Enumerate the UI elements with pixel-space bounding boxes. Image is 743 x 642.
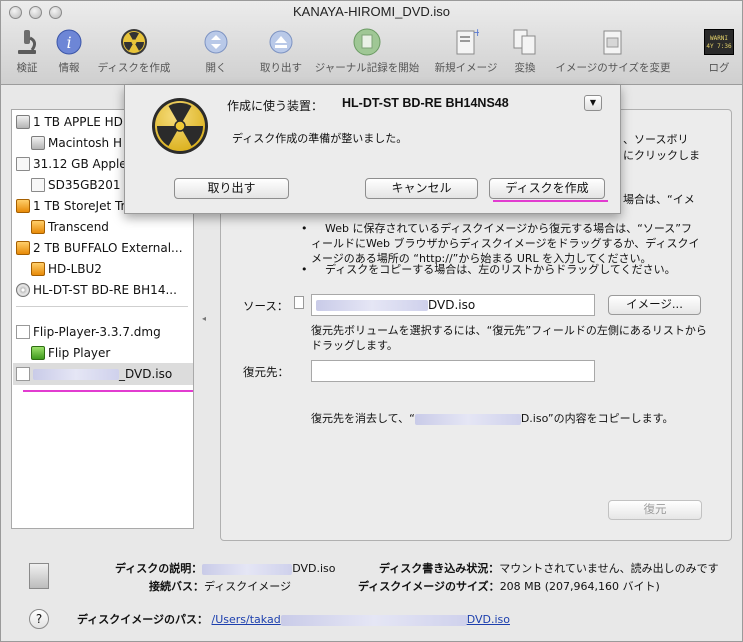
redacted-text (202, 563, 293, 575)
journal-icon (352, 27, 382, 57)
sidebar-item-bd-drive[interactable]: HL-DT-ST BD-RE BH14... (16, 280, 177, 300)
bullet-web-restore: • Web に保存されているディスクイメージから復元する場合は、“ソース”フィール… (301, 222, 700, 265)
redacted-text (316, 300, 428, 311)
redacted-text (414, 413, 521, 425)
sidebar-item-apple-sdxc[interactable]: 31.12 GB Apple (16, 154, 127, 174)
device-popup-chevron-icon[interactable]: ▼ (584, 95, 602, 111)
svg-text:+: + (473, 27, 479, 39)
info-connection: 接続バス：ディスクイメージ (149, 580, 292, 593)
copy-note: 復元先を消去して、“ D.iso”の内容をコピーします。 (311, 412, 674, 425)
log-icon: WARNI 4Y 7:36 (704, 27, 734, 57)
dmg-file-icon (16, 325, 30, 339)
sidebar-item-transcend[interactable]: Transcend (31, 217, 109, 237)
destination-field[interactable] (311, 360, 595, 382)
source-file-icon (294, 296, 304, 309)
new-image-icon: + (451, 27, 481, 57)
device-label: 作成に使う装置： (227, 99, 324, 113)
external-volume-icon (31, 220, 45, 234)
toolbar-enable-journaling[interactable]: ジャーナル記録を開始 (311, 27, 423, 75)
instruction-fragment-2: にクリックしま (623, 149, 700, 162)
redacted-text (33, 368, 119, 380)
toolbar-verify[interactable]: 検証 (11, 27, 43, 75)
eject-button[interactable]: 取り出す (174, 178, 289, 199)
instruction-fragment-3: 場合は、“イメ (623, 193, 695, 206)
toolbar-open[interactable]: 開く (199, 27, 233, 75)
destination-label: 復元先： (243, 365, 289, 379)
burn-disc-sheet: 作成に使う装置： HL-DT-ST BD-RE BH14NS48 ▼ ディスク作… (124, 85, 621, 214)
resize-image-icon (598, 27, 628, 57)
toolbar-convert[interactable]: 変換 (508, 27, 542, 75)
info-write-status: ディスク書き込み状況：マウントされていません、読み出しのみです (379, 562, 719, 575)
instruction-fragment-1: 、ソースボリ (623, 133, 689, 146)
toolbar-eject[interactable]: 取り出す (257, 27, 305, 75)
sidebar-item-apple-hdd[interactable]: 1 TB APPLE HD (16, 112, 123, 132)
burn-icon (119, 27, 149, 57)
toolbar-burn[interactable]: ディスクを作成 (94, 27, 174, 75)
optical-drive-icon (16, 283, 30, 297)
disk-utility-window: KANAYA-HIROMI_DVD.iso 検証 i 情報 ディスクを作成 開く… (0, 0, 743, 642)
image-button[interactable]: イメージ... (608, 295, 701, 315)
external-drive-icon (16, 241, 30, 255)
toolbar: KANAYA-HIROMI_DVD.iso 検証 i 情報 ディスクを作成 開く… (1, 1, 742, 85)
toolbar-log[interactable]: WARNI 4Y 7:36 ログ (701, 27, 737, 75)
disk-image-icon (29, 563, 49, 589)
toolbar-resize-image[interactable]: イメージのサイズを変更 (549, 27, 677, 75)
sidebar-item-flip-dmg[interactable]: Flip-Player-3.3.7.dmg (16, 322, 161, 342)
source-hint: 復元先ボリュームを選択するには、“復元先”フィールドの左側にあるリストからドラッ… (311, 324, 707, 352)
sidebar-item-sd-volume[interactable]: SD35GB201 (31, 175, 121, 195)
sd-volume-icon (31, 178, 45, 192)
eject-icon (266, 27, 296, 57)
volume-icon (31, 136, 45, 150)
mounted-image-icon (31, 346, 45, 360)
bullet-copy-disk: • ディスクをコピーする場合は、左のリストからドラッグしてください。 (301, 263, 676, 276)
external-volume-icon (31, 262, 45, 276)
sidebar-item-macintosh-hd[interactable]: Macintosh H (31, 133, 122, 153)
help-button[interactable]: ? (29, 609, 49, 629)
svg-text:i: i (66, 33, 71, 52)
sidebar-item-storejet[interactable]: 1 TB StoreJet Tr (16, 196, 125, 216)
annotation-underline-selected (23, 390, 193, 392)
sidebar-item-dvd-iso[interactable]: _DVD.iso (16, 364, 172, 384)
source-label: ソース： (243, 299, 289, 313)
sidebar-item-flip-player[interactable]: Flip Player (31, 343, 110, 363)
sidebar-item-hd-lbu2[interactable]: HD-LBU2 (31, 259, 102, 279)
redacted-text (280, 614, 467, 626)
image-path-link[interactable]: /Users/takad DVD.iso (212, 613, 510, 626)
restore-button[interactable]: 復元 (608, 500, 702, 520)
sidebar-item-buffalo[interactable]: 2 TB BUFFALO External... (16, 238, 183, 258)
iso-file-icon (16, 367, 30, 381)
annotation-underline-burn (493, 200, 608, 202)
toolbar-info[interactable]: i 情報 (52, 27, 86, 75)
info-image-size: ディスクイメージのサイズ：208 MB (207,964,160 バイト) (358, 580, 660, 593)
burn-button[interactable]: ディスクを作成 (489, 178, 605, 199)
source-field[interactable]: DVD.iso (311, 294, 595, 316)
burn-icon (151, 97, 209, 158)
open-icon (201, 27, 231, 57)
window-title: KANAYA-HIROMI_DVD.iso (293, 4, 450, 19)
microscope-icon (12, 27, 42, 57)
cancel-button[interactable]: キャンセル (365, 178, 478, 199)
hard-drive-icon (16, 115, 30, 129)
info-description: ディスクの説明： DVD.iso (115, 562, 336, 575)
splitter-handle[interactable]: ◂ (202, 314, 206, 323)
sidebar-divider (16, 306, 188, 307)
status-text: ディスク作成の準備が整いました。 (232, 132, 408, 145)
device-value: HL-DT-ST BD-RE BH14NS48 (342, 96, 509, 110)
info-image-path: ディスクイメージのパス： /Users/takad DVD.iso (77, 613, 510, 626)
info-icon: i (54, 27, 84, 57)
sd-card-icon (16, 157, 30, 171)
convert-icon (510, 27, 540, 57)
external-drive-icon (16, 199, 30, 213)
toolbar-new-image[interactable]: + 新規イメージ (431, 27, 501, 75)
